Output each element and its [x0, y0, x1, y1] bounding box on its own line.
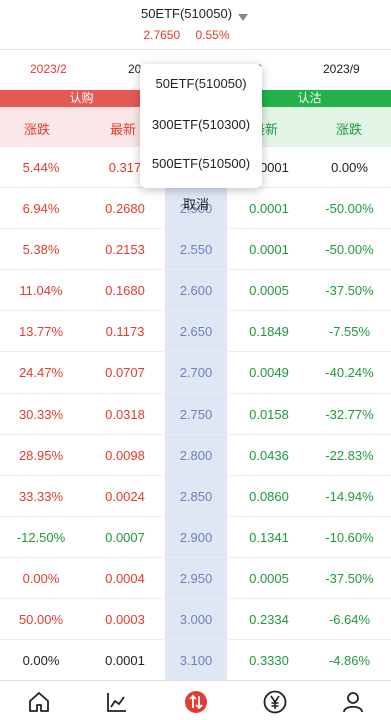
header: 50ETF(510050) 2.7650 0.55%: [0, 0, 391, 50]
strike-cell: 2.700: [179, 365, 213, 381]
table-row[interactable]: 13.77% 0.1173 2.650 0.1849 -7.55%: [0, 311, 391, 353]
call-last-cell: 0.1173: [105, 324, 145, 340]
call-change-cell: 50.00%: [18, 612, 64, 628]
put-change-cell: -40.24%: [325, 365, 374, 381]
tab-expiry-1[interactable]: 2023/2: [30, 62, 67, 76]
table-row[interactable]: 50.00% 0.0003 3.000 0.2334 -6.64%: [0, 599, 391, 641]
put-change-cell: -37.50%: [325, 283, 374, 299]
put-last-cell: 0.0005: [249, 283, 289, 299]
put-change-cell: -50.00%: [325, 201, 374, 217]
call-change-cell: 13.77%: [18, 324, 64, 340]
strike-cell: 2.600: [179, 283, 213, 299]
chart-icon[interactable]: [104, 689, 130, 715]
call-last-cell: 0.0098: [105, 447, 145, 463]
options-icon[interactable]: [183, 689, 209, 715]
put-change-cell: -32.77%: [325, 406, 374, 422]
table-row[interactable]: 0.00% 0.0004 2.950 0.0005 -37.50%: [0, 558, 391, 600]
put-last-cell: 0.1341: [249, 529, 289, 545]
strike-cell: 2.900: [179, 529, 213, 545]
strike-cell: 2.800: [179, 447, 213, 463]
put-change-cell: -6.64%: [328, 612, 371, 628]
dropdown-option-500etf[interactable]: 500ETF(510500): [140, 156, 262, 171]
put-change-cell: -4.86%: [328, 653, 371, 669]
table-row[interactable]: -12.50% 0.0007 2.900 0.1341 -10.60%: [0, 517, 391, 558]
table-row[interactable]: 5.38% 0.2153 2.550 0.0001 -50.00%: [0, 229, 391, 271]
put-change-cell: 0.00%: [331, 160, 368, 175]
call-last-cell: 0.0001: [105, 653, 145, 669]
table-row[interactable]: 0.00% 0.0001 3.100 0.3330 -4.86%: [0, 640, 391, 682]
put-last-cell: 0.0001: [249, 242, 289, 258]
call-last-cell: 0.2153: [105, 242, 145, 258]
call-header-bar: 认购: [0, 90, 163, 107]
put-change-cell: -14.94%: [325, 488, 374, 504]
call-last-cell: 0.0004: [105, 570, 145, 586]
tab-expiry-4[interactable]: 2023/9: [323, 62, 360, 76]
home-icon[interactable]: [26, 689, 52, 715]
table-row[interactable]: 33.33% 0.0024 2.850 0.0860 -14.94%: [0, 476, 391, 517]
call-last-cell: 0.0024: [105, 488, 145, 504]
strike-cell: 2.550: [179, 242, 213, 258]
call-last-cell: 0.0007: [105, 529, 145, 545]
underlying-title[interactable]: 50ETF(510050): [0, 6, 391, 21]
put-last-cell: 0.0860: [249, 488, 289, 504]
dropdown-option-300etf[interactable]: 300ETF(510300): [140, 117, 262, 132]
strike-cell: 3.100: [179, 653, 213, 669]
put-change-cell: -50.00%: [325, 242, 374, 258]
call-change-cell: 24.47%: [18, 365, 64, 381]
strike-cell: 2.650: [179, 324, 213, 340]
put-change-cell: -10.60%: [325, 529, 374, 545]
put-last-cell: 0.0049: [249, 365, 289, 381]
table-row[interactable]: 30.33% 0.0318 2.750 0.0158 -32.77%: [0, 394, 391, 435]
put-last-cell: 0.0005: [249, 570, 289, 586]
call-change-cell: 0.00%: [22, 653, 60, 669]
call-change-cell: 0.00%: [22, 570, 60, 586]
dropdown-option-50etf[interactable]: 50ETF(510050): [140, 76, 262, 91]
put-last-cell: 0.0001: [249, 201, 289, 217]
call-last-cell: 0.0707: [105, 365, 145, 381]
call-last-cell: 0.1680: [105, 283, 145, 299]
put-change-cell: -37.50%: [325, 570, 374, 586]
call-change-cell: -12.50%: [16, 529, 66, 545]
cancel-button[interactable]: 取消: [165, 194, 227, 213]
underlying-quote: 2.7650 0.55%: [0, 28, 391, 42]
call-change-cell: 28.95%: [18, 447, 64, 463]
put-last-cell: 0.1849: [249, 324, 289, 340]
put-last-cell: 0.3330: [249, 653, 289, 669]
put-last-cell: 0.0158: [249, 406, 289, 422]
call-last-header: 最新: [110, 122, 137, 137]
call-change-cell: 30.33%: [18, 406, 64, 422]
option-table: 5.44% 0.317 0.0001 0.00% 6.94% 0.2680 2.500 0.0…: [0, 147, 391, 682]
call-change-cell: 6.94%: [22, 201, 60, 217]
call-change-cell: 5.38%: [22, 242, 60, 258]
call-last-cell: 0.2680: [105, 201, 145, 217]
strike-cell: 3.000: [179, 612, 213, 628]
put-last-cell: 0.2334: [249, 612, 289, 628]
call-change-cell: 33.33%: [18, 488, 64, 504]
put-change-cell: -22.83%: [325, 447, 374, 463]
put-last-cell: 0.0436: [249, 447, 289, 463]
strike-cell: 2.850: [179, 488, 213, 504]
underlying-dropdown: 50ETF(510050) 300ETF(510300) 500ETF(5105…: [140, 64, 262, 188]
table-row[interactable]: 11.04% 0.1680 2.600 0.0005 -37.50%: [0, 270, 391, 312]
strike-cell: 2.950: [179, 570, 213, 586]
underlying-price: 2.7650: [143, 28, 181, 42]
call-last-cell: 0.0003: [105, 612, 145, 628]
bottom-nav: [0, 680, 391, 720]
call-column-headers: 涨跌 最新: [0, 107, 163, 147]
call-last-cell: 0.0318: [105, 406, 145, 422]
strike-cell: 2.750: [179, 406, 213, 422]
put-change-header: 涨跌: [336, 122, 363, 137]
call-change-cell: 11.04%: [19, 283, 63, 299]
table-row[interactable]: 24.47% 0.0707 2.700 0.0049 -40.24%: [0, 352, 391, 394]
table-row[interactable]: 28.95% 0.0098 2.800 0.0436 -22.83%: [0, 435, 391, 476]
chevron-down-icon[interactable]: [238, 14, 248, 21]
user-icon[interactable]: [340, 689, 366, 715]
put-change-cell: -7.55%: [328, 324, 371, 340]
yen-icon[interactable]: [262, 689, 288, 715]
call-change-cell: 5.44%: [22, 160, 60, 175]
call-change-header: 涨跌: [24, 122, 51, 137]
underlying-change: 0.55%: [195, 28, 230, 42]
